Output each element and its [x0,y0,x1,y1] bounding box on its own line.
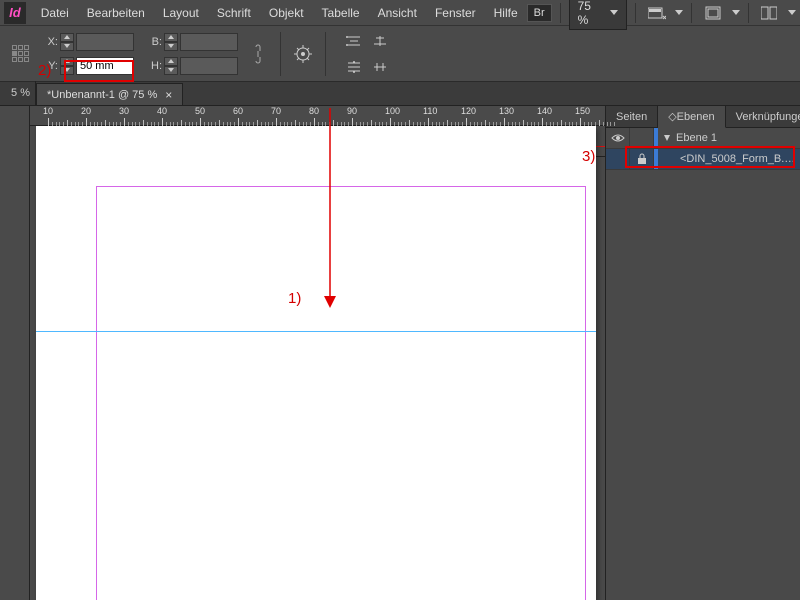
document-canvas[interactable] [30,126,605,600]
w-field[interactable] [180,33,238,51]
ruler-minor-tick [610,122,611,126]
ruler-tick [48,118,49,126]
disclosure-triangle[interactable] [662,134,672,142]
lock-toggle[interactable] [630,128,654,148]
x-label: X: [44,36,58,48]
layer-name[interactable]: Ebene 1 [672,132,800,144]
ruler-tick [352,118,353,126]
close-icon[interactable]: × [165,88,172,102]
ruler-tick [504,118,505,126]
chevron-down-icon [675,10,683,15]
lock-toggle[interactable] [630,149,654,169]
menu-objekt[interactable]: Objekt [260,6,313,20]
align-button-1[interactable] [342,29,366,53]
w-label: B: [148,36,162,48]
page [36,126,596,600]
menu-bar: Id Datei Bearbeiten Layout Schrift Objek… [0,0,800,26]
tab-ebenen[interactable]: ◇ Ebenen [658,106,725,128]
y-field[interactable]: 50 mm [76,57,134,75]
ruler-tick [542,118,543,126]
canvas-area [0,106,605,600]
layer-color-chip [654,149,658,169]
divider [560,3,561,23]
document-tab-title: *Unbenannt-1 @ 75 % [47,89,157,101]
view-options-button[interactable] [644,2,669,24]
separator [325,32,326,76]
ruler-minor-tick [614,122,615,126]
chevron-down-icon [788,10,796,15]
ruler-origin-corner: 5 % [6,81,36,105]
ruler-tick [124,118,125,126]
h-label: H: [148,60,162,72]
menu-bearbeiten[interactable]: Bearbeiten [78,6,154,20]
ruler-tick [390,118,391,126]
screen-mode-button[interactable] [700,2,725,24]
ruler-minor-tick [607,122,608,126]
ruler-tick [580,118,581,126]
eye-icon [611,133,625,143]
separator [280,32,281,76]
horizontal-guide[interactable] [36,331,596,332]
chevron-down-icon [732,10,740,15]
ruler-tick [162,118,163,126]
visibility-toggle[interactable] [606,128,630,148]
tab-verknuepfungen[interactable]: Verknüpfungen [726,106,800,127]
y-label: Y: [44,60,58,72]
bridge-button[interactable]: Br [527,4,552,22]
reference-point-proxy[interactable] [8,41,34,67]
align-button-4[interactable] [368,55,392,79]
margin-guide [96,186,586,600]
zoom-level-value: 75 % [578,0,604,27]
menu-layout[interactable]: Layout [154,6,208,20]
horizontal-ruler[interactable] [30,106,605,126]
control-bar: X: Y: 50 mm B: H: [0,26,800,82]
layer-list: Ebene 1 <DIN_5008_Form_B.ai> [606,128,800,170]
ruler-tick [238,118,239,126]
work-area: Seiten ◇ Ebenen Verknüpfungen Ebene 1 [0,106,800,600]
menu-fenster[interactable]: Fenster [426,6,485,20]
menu-ansicht[interactable]: Ansicht [369,6,426,20]
layer-item-name[interactable]: <DIN_5008_Form_B.ai> [676,153,800,165]
arrange-documents-button[interactable] [757,2,782,24]
h-spinner[interactable] [164,57,178,75]
constrain-proportions-button[interactable] [246,42,270,66]
w-spinner[interactable] [164,33,178,51]
ruler-tick [276,118,277,126]
y-spinner[interactable] [60,57,74,75]
tab-ebenen-label: Ebenen [677,111,715,123]
h-field[interactable] [180,57,238,75]
zoom-level-dropdown[interactable]: 75 % [569,0,627,30]
visibility-toggle[interactable] [606,149,630,169]
ruler-tick [314,118,315,126]
ruler-tick [428,118,429,126]
align-button-3[interactable] [368,29,392,53]
menu-tabelle[interactable]: Tabelle [313,6,369,20]
x-spinner[interactable] [60,33,74,51]
chevron-down-icon [610,10,618,15]
vertical-ruler[interactable] [0,106,30,600]
layer-color-chip [654,128,658,148]
menu-schrift[interactable]: Schrift [208,6,260,20]
divider [748,3,749,23]
effects-button[interactable] [291,42,315,66]
ruler-tick [200,118,201,126]
divider [691,3,692,23]
layer-row-parent[interactable]: Ebene 1 [606,128,800,149]
ruler-tick [86,118,87,126]
layer-row-child[interactable]: <DIN_5008_Form_B.ai> [606,149,800,170]
divider [635,3,636,23]
document-tab[interactable]: *Unbenannt-1 @ 75 % × [36,83,183,105]
x-field[interactable] [76,33,134,51]
menu-hilfe[interactable]: Hilfe [485,6,527,20]
document-tab-bar: 5 % *Unbenannt-1 @ 75 % × [0,82,800,106]
panel-tab-bar: Seiten ◇ Ebenen Verknüpfungen [606,106,800,128]
align-button-2[interactable] [342,55,366,79]
menu-datei[interactable]: Datei [32,6,78,20]
app-icon: Id [4,2,26,24]
ruler-tick [466,118,467,126]
layers-panel: Seiten ◇ Ebenen Verknüpfungen Ebene 1 [605,106,800,600]
lock-icon [637,153,647,165]
